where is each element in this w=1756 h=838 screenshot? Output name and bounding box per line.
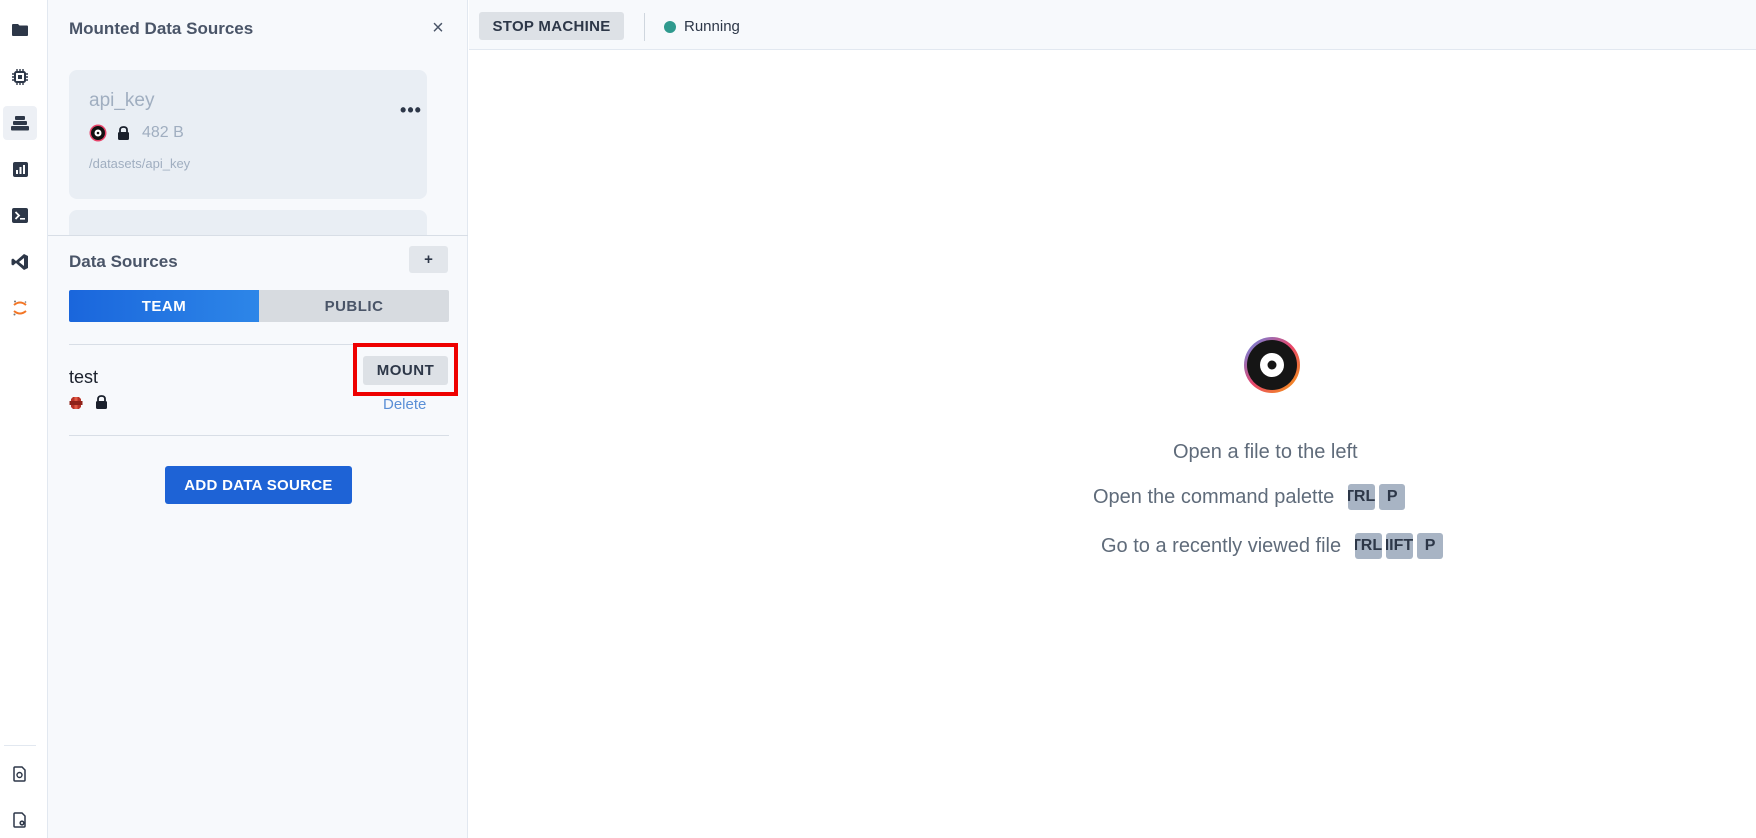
terminal-icon[interactable]	[3, 198, 37, 232]
toolbar-separator	[644, 13, 645, 41]
activity-divider	[4, 745, 36, 746]
data-source-icons	[69, 395, 108, 410]
machine-toolbar: STOP MACHINE Running	[469, 0, 1756, 50]
more-options-button[interactable]: •••	[399, 100, 423, 120]
hint-recent-file: Go to a recently viewed file TRL HIFT P	[1101, 533, 1447, 559]
tab-team[interactable]: TEAM	[69, 290, 259, 322]
chart-icon[interactable]	[3, 152, 37, 186]
row-divider	[69, 435, 449, 436]
kbd-shift: HIFT	[1386, 533, 1414, 559]
section-divider	[48, 235, 468, 236]
tab-public[interactable]: PUBLIC	[259, 290, 449, 322]
settings-file-icon[interactable]	[3, 803, 37, 837]
folder-icon[interactable]	[3, 13, 37, 47]
kbd-ctrl: TRL	[1348, 484, 1376, 510]
kbd-ctrl: TRL	[1355, 533, 1383, 559]
lock-icon	[96, 395, 107, 409]
datasets-icon[interactable]	[3, 106, 37, 140]
row-divider	[69, 344, 449, 345]
mounted-card-meta: 482 B	[89, 124, 184, 142]
activity-bar	[0, 0, 48, 838]
chip-icon[interactable]	[3, 60, 37, 94]
source-logo-icon	[89, 124, 107, 142]
mounted-card[interactable]: api_key 482 B /datasets/api_key •••	[69, 70, 427, 199]
data-sources-panel: Mounted Data Sources × api_key 482 B /da…	[48, 0, 468, 838]
status-dot-icon	[664, 20, 676, 33]
mounted-card[interactable]	[69, 210, 427, 235]
kbd-p: P	[1379, 484, 1406, 510]
delete-link[interactable]: Delete	[383, 396, 426, 413]
jupyter-icon[interactable]	[3, 291, 37, 325]
editor-empty-state: Open a file to the left Open the command…	[469, 51, 1756, 838]
vscode-icon[interactable]	[3, 245, 37, 279]
mounted-card-size: 482 B	[142, 124, 184, 141]
add-data-source-button[interactable]: ADD DATA SOURCE	[165, 466, 352, 504]
mounted-title: Mounted Data Sources	[69, 19, 254, 38]
hint-label: Go to a recently viewed file	[1101, 534, 1342, 557]
status-text: Running	[684, 18, 740, 35]
hint-command-palette: Open the command palette TRL P	[1093, 484, 1409, 510]
hint-open-file: Open a file to the left	[1173, 441, 1358, 463]
app-logo-icon	[1244, 337, 1300, 393]
mount-button[interactable]: MOUNT	[363, 356, 448, 385]
machine-status: Running	[664, 18, 740, 35]
docs-icon[interactable]	[3, 757, 37, 791]
lock-icon	[118, 125, 129, 140]
mounted-card-path: /datasets/api_key	[89, 156, 191, 171]
source-scope-toggle: TEAM PUBLIC	[69, 290, 449, 322]
add-source-button[interactable]: +	[409, 246, 448, 273]
bucket-icon	[69, 396, 83, 409]
data-source-name: test	[69, 367, 99, 387]
kbd-p: P	[1417, 533, 1444, 559]
mounted-section: Mounted Data Sources × api_key 482 B /da…	[48, 0, 468, 235]
stop-machine-button[interactable]: STOP MACHINE	[479, 12, 624, 40]
close-panel-button[interactable]: ×	[426, 16, 450, 40]
mounted-card-name: api_key	[89, 90, 155, 111]
hint-label: Open the command palette	[1093, 485, 1335, 508]
data-sources-title: Data Sources	[69, 252, 178, 271]
